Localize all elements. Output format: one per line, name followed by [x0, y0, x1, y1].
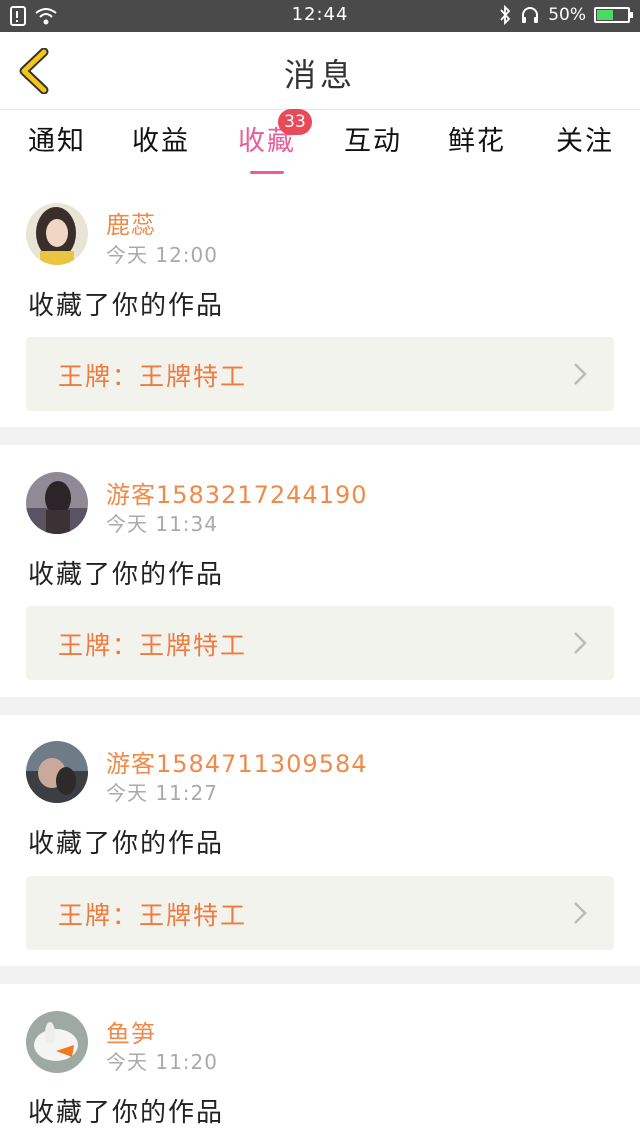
unread-count-badge: 33: [278, 109, 312, 135]
tab-flowers[interactable]: 鲜花: [432, 119, 522, 169]
work-title: 王牌：王牌特工: [58, 631, 248, 660]
chevron-right-icon: [574, 363, 587, 385]
timestamp: 今天 11:27: [106, 781, 218, 805]
status-right-icons: 50%: [498, 5, 633, 25]
username[interactable]: 鱼笋: [106, 1014, 156, 1049]
tab-notifications[interactable]: 通知: [12, 119, 102, 169]
chevron-right-icon: [574, 902, 587, 924]
action-text: 收藏了你的作品: [28, 829, 225, 859]
action-text: 收藏了你的作品: [28, 560, 225, 590]
message-card: 鱼笋 今天 11:20 收藏了你的作品: [0, 984, 640, 1138]
bluetooth-icon: [500, 5, 511, 25]
work-title: 王牌：王牌特工: [58, 901, 248, 930]
page-title: 消息: [283, 56, 356, 94]
nav-bar: 消息: [0, 32, 640, 110]
tab-label: 收益: [132, 126, 190, 157]
card-divider: [0, 966, 640, 984]
battery-percent: 50%: [548, 5, 586, 25]
status-bar: 12:44 50%: [0, 0, 640, 32]
message-card: 游客1583217244190 今天 11:34 收藏了你的作品 王牌：王牌特工: [0, 445, 640, 697]
active-tab-indicator: [250, 171, 284, 174]
headphones-icon: [522, 7, 539, 23]
action-text: 收藏了你的作品: [28, 291, 225, 321]
avatar[interactable]: [26, 203, 88, 265]
tab-bar: 通知 收益 收藏 33 互动 鲜花 关注: [0, 109, 640, 174]
tab-label: 互动: [344, 126, 402, 157]
tab-label: 鲜花: [448, 126, 506, 157]
avatar[interactable]: [26, 1011, 88, 1073]
card-divider: [0, 697, 640, 715]
tab-favorites[interactable]: 收藏 33: [222, 109, 312, 174]
username[interactable]: 游客1584711309584: [106, 744, 368, 779]
tab-follows[interactable]: 关注: [540, 119, 630, 169]
tab-earnings[interactable]: 收益: [116, 119, 206, 169]
tab-interactions[interactable]: 互动: [328, 119, 418, 169]
username[interactable]: 鹿蕊: [106, 205, 156, 240]
timestamp: 今天 11:20: [106, 1050, 218, 1074]
chevron-right-icon: [574, 632, 587, 654]
tab-label: 关注: [556, 126, 614, 157]
card-divider: [0, 427, 640, 445]
timestamp: 今天 11:34: [106, 512, 218, 536]
work-title: 王牌：王牌特工: [58, 362, 248, 391]
avatar[interactable]: [26, 472, 88, 534]
tab-label: 通知: [28, 126, 86, 157]
timestamp: 今天 12:00: [106, 243, 218, 267]
message-card: 游客1584711309584 今天 11:27 收藏了你的作品 王牌：王牌特工: [0, 715, 640, 966]
work-link[interactable]: 王牌：王牌特工: [26, 606, 614, 680]
action-text: 收藏了你的作品: [28, 1098, 225, 1128]
work-link[interactable]: 王牌：王牌特工: [26, 876, 614, 950]
message-card: 鹿蕊 今天 12:00 收藏了你的作品 王牌：王牌特工: [0, 175, 640, 427]
avatar[interactable]: [26, 741, 88, 803]
work-link[interactable]: 王牌：王牌特工: [26, 337, 614, 411]
username[interactable]: 游客1583217244190: [106, 475, 368, 510]
battery-icon: [594, 7, 633, 23]
